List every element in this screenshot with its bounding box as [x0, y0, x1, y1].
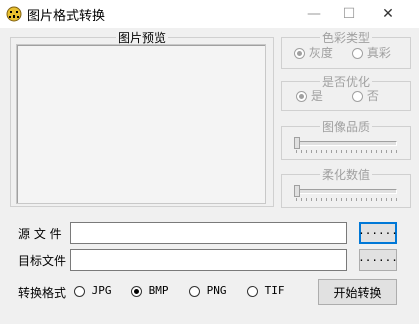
quality-group: 图像品质: [281, 118, 411, 160]
close-icon: ✕: [382, 6, 394, 22]
target-file-label: 目标文件: [18, 254, 67, 268]
color-true-option[interactable]: 真彩: [352, 44, 391, 61]
quality-slider-ticks: [296, 150, 397, 153]
format-jpg-option[interactable]: JPG: [74, 284, 112, 297]
window-title: 图片格式转换: [27, 9, 106, 24]
target-file-input[interactable]: [70, 249, 347, 271]
optimize-yes-option[interactable]: 是: [296, 87, 323, 104]
format-bmp-label: BMP: [148, 284, 169, 297]
target-browse-button[interactable]: ······: [358, 249, 398, 271]
app-icon: [6, 6, 22, 22]
title-bar: 图片格式转换 — ☐ ✕: [0, 0, 419, 28]
maximize-button[interactable]: ☐: [334, 0, 364, 28]
format-tif-option[interactable]: TIF: [247, 284, 285, 297]
format-jpg-radio[interactable]: [74, 285, 85, 297]
format-tif-label: TIF: [264, 284, 285, 297]
source-browse-button[interactable]: ······: [358, 222, 398, 244]
optimize-no-radio[interactable]: [352, 91, 363, 102]
color-gray-option[interactable]: 灰度: [294, 44, 333, 61]
color-true-radio[interactable]: [352, 48, 363, 59]
format-png-radio[interactable]: [189, 285, 200, 297]
format-png-label: PNG: [206, 284, 227, 297]
color-gray-radio[interactable]: [294, 48, 305, 59]
format-bmp-option[interactable]: BMP: [131, 284, 169, 297]
start-convert-button[interactable]: 开始转换: [318, 279, 397, 305]
preview-area: [16, 44, 266, 204]
source-file-label: 源 文 件: [18, 227, 62, 241]
source-file-input[interactable]: [70, 222, 347, 244]
format-bmp-radio[interactable]: [131, 285, 142, 297]
minimize-button[interactable]: —: [299, 0, 329, 28]
smoothing-slider-ticks: [296, 198, 397, 201]
color-gray-label: 灰度: [308, 46, 333, 60]
smoothing-slider-track[interactable]: [296, 189, 397, 194]
quality-slider-thumb[interactable]: [294, 137, 300, 149]
optimize-yes-radio[interactable]: [296, 91, 307, 102]
color-true-label: 真彩: [366, 46, 391, 60]
optimize-no-label: 否: [366, 89, 379, 103]
close-button[interactable]: ✕: [373, 0, 403, 28]
maximize-icon: ☐: [342, 6, 356, 22]
format-tif-radio[interactable]: [247, 285, 258, 297]
optimize-no-option[interactable]: 否: [352, 87, 379, 104]
quality-legend: 图像品质: [321, 120, 370, 134]
format-label: 转换格式: [18, 286, 67, 300]
format-jpg-label: JPG: [91, 284, 112, 297]
smoothing-legend: 柔化数值: [321, 168, 370, 182]
optimize-yes-label: 是: [310, 89, 323, 103]
smoothing-slider-thumb[interactable]: [294, 185, 300, 197]
minimize-icon: —: [307, 6, 321, 22]
format-png-option[interactable]: PNG: [189, 284, 227, 297]
smoothing-group: 柔化数值: [281, 166, 411, 208]
quality-slider-track[interactable]: [296, 141, 397, 146]
